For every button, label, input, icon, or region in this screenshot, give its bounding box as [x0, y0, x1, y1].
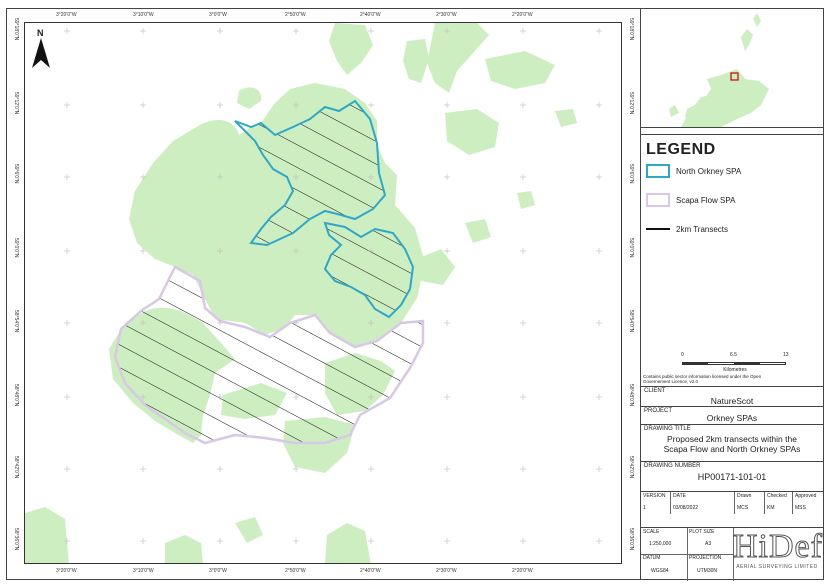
lon-tick-label: 2°40'0"W: [360, 568, 381, 574]
lat-tick-label: 59°6'0"N: [628, 164, 634, 184]
lon-tick-label: 3°0'0"W: [209, 568, 227, 574]
rev-cell-approved: Approved MSS: [795, 493, 817, 511]
lat-tick-label: 59°18'0"N: [13, 18, 19, 41]
legend-item-transects: 2km Transects: [646, 222, 728, 236]
lat-tick-label: 58°54'0"N: [628, 310, 634, 333]
legend-title: LEGEND: [646, 141, 716, 158]
client-box: CLIENT NatureScot: [641, 386, 823, 406]
lat-tick-label: 59°12'0"N: [13, 92, 19, 115]
lon-tick-label: 3°10'0"W: [133, 12, 154, 18]
scale-bar: 0 6.5 13 Kilometres: [681, 352, 789, 373]
legend-item-north-orkney: North Orkney SPA: [646, 164, 741, 178]
project-value: Orkney SPAs: [706, 413, 758, 423]
projection-cell: PROJECTION UTM30N: [687, 554, 734, 581]
lat-tick-label: 58°42'0"N: [13, 456, 19, 479]
map-frame[interactable]: [24, 22, 622, 564]
small-isle-4: [555, 109, 577, 127]
lon-tick-label: 2°20'0"W: [512, 568, 533, 574]
lat-tick-label: 59°12'0"N: [628, 92, 634, 115]
small-isle-2: [465, 219, 491, 243]
scale-tick: 6.5: [730, 352, 737, 358]
hidef-logo: HiDef AERIAL SURVEYING LIMITED: [733, 528, 823, 578]
map-canvas: [25, 23, 602, 563]
lat-tick-label: 58°36'0"N: [628, 528, 634, 551]
rousay-land: [237, 87, 262, 109]
eday-land: [403, 39, 429, 83]
sanday-east-land: [485, 51, 555, 89]
legend-item-scapa-flow: Scapa Flow SPA: [646, 193, 735, 207]
scale-tick: 13: [783, 352, 789, 358]
shapinsay-land: [417, 249, 455, 285]
legend-label: Scapa Flow SPA: [676, 195, 736, 205]
drawing-title-line1: Proposed 2km transects within the: [667, 434, 797, 444]
caithness-land: [325, 523, 371, 563]
scapa-flow-swatch: [646, 193, 670, 207]
drawing-number-value: HP00171-101-01: [697, 472, 767, 482]
project-box: PROJECT Orkney SPAs: [641, 406, 823, 424]
small-isle-3: [517, 191, 535, 209]
rev-cell-drawn: Drawn MCS: [735, 492, 765, 514]
lat-tick-label: 58°54'0"N: [13, 310, 19, 333]
rev-cell-date: DATE 03/08/2022: [671, 492, 735, 514]
datum-cell: DATUM WGS84: [641, 554, 688, 581]
lon-tick-label: 3°10'0"W: [133, 568, 154, 574]
lat-tick-label: 58°48'0"N: [628, 384, 634, 407]
scale-cell: SCALE 1:250,000: [641, 528, 688, 555]
locator-map: [669, 13, 769, 127]
lon-tick-label: 2°30'0"W: [436, 12, 457, 18]
legend-divider: [641, 134, 823, 135]
land-masses: [25, 23, 577, 563]
logo-text: HiDef: [733, 528, 823, 565]
north-orkney-swatch: [646, 164, 670, 178]
lon-tick-label: 2°40'0"W: [360, 12, 381, 18]
lon-tick-label: 3°20'0"W: [56, 568, 77, 574]
drawing-number-label: DRAWING NUMBER: [644, 463, 701, 469]
lon-tick-label: 2°50'0"W: [285, 12, 306, 18]
north-arrow-icon: [32, 38, 50, 68]
transect-swatch: [646, 222, 670, 236]
client-label: CLIENT: [644, 388, 666, 394]
revision-table: VERSION 1 DATE 03/08/2022 Drawn MCS Checked…: [641, 491, 823, 514]
lat-tick-label: 59°0'0"N: [13, 238, 19, 258]
sanday-land: [427, 23, 489, 93]
lat-tick-label: 58°36'0"N: [13, 528, 19, 551]
north-label: N: [37, 28, 44, 38]
logo-subtitle: AERIAL SURVEYING LIMITED: [736, 564, 818, 570]
lon-tick-label: 3°0'0"W: [209, 12, 227, 18]
scale-unit: Kilometres: [723, 367, 747, 373]
lon-tick-label: 3°20'0"W: [56, 12, 77, 18]
drawing-title-label: DRAWING TITLE: [644, 426, 691, 432]
lon-tick-label: 2°50'0"W: [285, 568, 306, 574]
rev-cell-version: VERSION 1: [641, 492, 671, 514]
lat-tick-label: 59°6'0"N: [13, 164, 19, 184]
lat-tick-label: 58°48'0"N: [13, 384, 19, 407]
drawing-title-box: DRAWING TITLE Proposed 2km transects wit…: [641, 424, 823, 461]
scale-tick: 0: [681, 352, 684, 358]
lon-tick-label: 2°30'0"W: [436, 568, 457, 574]
drawing-number-box: DRAWING NUMBER HP00171-101-01: [641, 461, 823, 491]
westray-land: [329, 23, 373, 75]
lon-tick-label: 2°20'0"W: [512, 12, 533, 18]
plot-cell: PLOT SIZE A3: [687, 528, 734, 555]
lat-tick-label: 58°42'0"N: [628, 456, 634, 479]
stronsay-land: [445, 109, 499, 155]
drawing-title-line2: Scapa Flow and North Orkney SPAs: [663, 444, 801, 454]
rev-cell-checked: Checked KM: [765, 492, 793, 514]
map-sheet: 3°20'0"W 3°10'0"W 3°0'0"W 2°50'0"W 2°40'0"W 2…: [0, 0, 830, 587]
client-value: NatureScot: [710, 396, 754, 406]
north-arrow: N: [30, 28, 52, 70]
legend-label: 2km Transects: [676, 224, 729, 234]
locator-inset: [641, 9, 823, 128]
lat-tick-label: 59°0'0"N: [628, 238, 634, 258]
legend-label: North Orkney SPA: [676, 166, 742, 176]
stroma-land: [235, 517, 263, 543]
caithness-left: [25, 507, 69, 563]
caithness-mid: [165, 535, 203, 563]
licence-note: Contains public sector information licen…: [643, 374, 762, 384]
lat-tick-label: 59°18'0"N: [628, 18, 634, 41]
